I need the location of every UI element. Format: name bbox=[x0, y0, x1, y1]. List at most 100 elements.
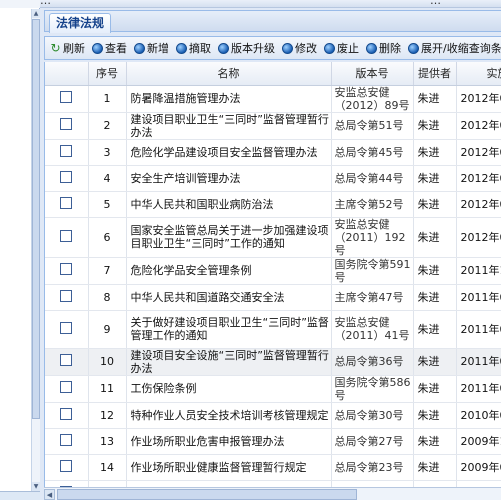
table-row[interactable]: 3危险化学品建设项目安全监督管理办法总局令第45号朱进2012年04月 bbox=[45, 139, 501, 166]
add-icon bbox=[134, 42, 145, 54]
row-provider: 朱进 bbox=[413, 454, 457, 481]
delete-icon bbox=[366, 42, 377, 54]
toolbar-button-1[interactable]: 查看 bbox=[90, 38, 129, 58]
checkbox[interactable] bbox=[60, 144, 73, 157]
checkbox[interactable] bbox=[60, 118, 73, 130]
checkbox[interactable] bbox=[60, 229, 73, 242]
row-name: 中华人民共和国道路交通安全法 bbox=[126, 284, 332, 311]
table-row[interactable]: 5中华人民共和国职业病防治法主席令第52号朱进2012年01月 bbox=[45, 191, 501, 218]
row-name: 危险化学品建设项目安全监督管理办法 bbox=[126, 139, 332, 166]
checkbox[interactable] bbox=[60, 381, 73, 393]
checkbox[interactable] bbox=[60, 196, 73, 209]
row-name: 关于做好建设项目职业卫生“三同时”监督管理工作的通知 bbox=[126, 310, 332, 349]
row-provider: 朱进 bbox=[413, 85, 457, 113]
grid-body: 1防暑降温措施管理办法安监总安健（2012）89号朱进2012年06月2建设项目… bbox=[45, 85, 501, 500]
scroll-thumb[interactable] bbox=[32, 19, 40, 419]
row-provider: 朱进 bbox=[413, 428, 457, 455]
row-name: 防暑降温措施管理办法 bbox=[126, 85, 332, 113]
horizontal-scrollbar[interactable]: ◀ bbox=[44, 487, 501, 500]
checkbox[interactable] bbox=[60, 459, 73, 472]
row-provider: 朱进 bbox=[413, 402, 457, 429]
left-panel: ▲ ▼ bbox=[0, 0, 40, 500]
toolbar-button-7[interactable]: 删除 bbox=[364, 38, 403, 58]
checkbox[interactable] bbox=[60, 263, 73, 275]
row-provider: 朱进 bbox=[413, 191, 457, 218]
table-row[interactable]: 14作业场所职业健康监督管理暂行规定总局令第23号朱进2009年08月 bbox=[45, 454, 501, 481]
toggle-query-icon bbox=[408, 42, 419, 54]
scroll-up-arrow-icon[interactable]: ▲ bbox=[32, 9, 40, 18]
table-row[interactable]: 10建设项目安全设施“三同时”监督管理暂行办法总局令第36号朱进2011年02月 bbox=[45, 348, 501, 376]
table-row[interactable]: 6 国家安全监管总局关于进一步加强建设项目职业卫生“三同时”工作的通知 安监总安健（… bbox=[45, 217, 501, 258]
row-no: 10 bbox=[88, 348, 127, 376]
toolbar-button-4[interactable]: 版本升级 bbox=[216, 38, 277, 58]
row-no: 9 bbox=[88, 310, 127, 349]
scroll-down-arrow-icon[interactable]: ▼ bbox=[32, 482, 40, 491]
table-row[interactable]: 4安全生产培训管理办法总局令第44号朱进2012年03月 bbox=[45, 165, 501, 192]
row-version: 总局令第30号 bbox=[331, 402, 414, 429]
left-panel-top bbox=[0, 0, 40, 8]
row-date: 2012年01月 bbox=[456, 217, 501, 258]
table-row[interactable]: 13作业场所职业危害申报管理办法总局令第27号朱进2009年11月 bbox=[45, 428, 501, 455]
row-date: 2011年12月 bbox=[456, 257, 501, 285]
scroll-left-arrow-icon[interactable]: ◀ bbox=[44, 489, 55, 500]
toolbar-button-label: 修改 bbox=[295, 42, 317, 55]
row-no: 4 bbox=[88, 165, 127, 192]
table-row[interactable]: 8中华人民共和国道路交通安全法主席令第47号朱进2011年05月 bbox=[45, 284, 501, 311]
checkbox[interactable] bbox=[60, 289, 73, 302]
row-version: 总局令第44号 bbox=[331, 165, 414, 192]
header-checkbox-column bbox=[45, 62, 89, 86]
toolbar-button-label: 展开/收缩查询条件 bbox=[421, 42, 501, 55]
row-version: 总局令第36号 bbox=[331, 348, 414, 376]
row-version: 主席令第47号 bbox=[331, 284, 414, 311]
header-provider[interactable]: 提供者 bbox=[413, 62, 457, 86]
row-checkbox bbox=[45, 257, 89, 285]
left-vertical-scrollbar[interactable]: ▲ ▼ bbox=[31, 9, 40, 491]
table-row[interactable]: 12特种作业人员安全技术培训考核管理规定总局令第30号朱进2010年07月 bbox=[45, 402, 501, 429]
checkbox[interactable] bbox=[60, 407, 73, 420]
row-date: 2012年03月 bbox=[456, 165, 501, 192]
tab-laws-regulations[interactable]: 法律法规 bbox=[49, 13, 112, 33]
row-version: 总局令第45号 bbox=[331, 139, 414, 166]
table-row[interactable]: 7危险化学品安全管理条例国务院令第591号朱进2011年12月 bbox=[45, 257, 501, 285]
row-name: 中华人民共和国职业病防治法 bbox=[126, 191, 332, 218]
checkbox[interactable] bbox=[60, 170, 73, 183]
row-checkbox bbox=[45, 375, 89, 403]
row-provider: 朱进 bbox=[413, 310, 457, 349]
toolbar-button-6[interactable]: 废止 bbox=[322, 38, 361, 58]
row-no: 2 bbox=[88, 112, 127, 140]
row-checkbox bbox=[45, 310, 89, 349]
upgrade-icon bbox=[218, 42, 229, 54]
row-version: 安监总安健（2012）89号 bbox=[331, 85, 414, 113]
row-no: 1 bbox=[88, 85, 127, 113]
row-version: 总局令第23号 bbox=[331, 454, 414, 481]
table-row[interactable]: 11工伤保险条例国务院令第586号朱进2011年01月 bbox=[45, 375, 501, 403]
toolbar-button-0[interactable]: ↻ 刷新 bbox=[48, 38, 87, 58]
row-date: 2012年01月 bbox=[456, 191, 501, 218]
row-date: 2011年01月 bbox=[456, 375, 501, 403]
view-icon bbox=[92, 42, 103, 54]
row-version: 安监总安健（2011）192号 bbox=[331, 217, 414, 258]
table-row[interactable]: 1防暑降温措施管理办法安监总安健（2012）89号朱进2012年06月 bbox=[45, 85, 501, 113]
toolbar-button-2[interactable]: 新增 bbox=[132, 38, 171, 58]
row-checkbox bbox=[45, 284, 89, 311]
checkbox[interactable] bbox=[60, 354, 73, 366]
horizontal-scroll-thumb[interactable] bbox=[57, 489, 357, 500]
header-version[interactable]: 版本号 bbox=[331, 62, 414, 86]
header-no[interactable]: 序号 bbox=[88, 62, 127, 86]
row-date: 2011年02月 bbox=[456, 348, 501, 376]
checkbox[interactable] bbox=[60, 321, 73, 334]
toolbar-button-8[interactable]: 展开/收缩查询条件 bbox=[406, 38, 501, 58]
row-no: 7 bbox=[88, 257, 127, 285]
table-row[interactable]: 2建设项目职业卫生“三同时”监督管理暂行办法总局令第51号朱进2012年06月 bbox=[45, 112, 501, 140]
row-no: 8 bbox=[88, 284, 127, 311]
header-name[interactable]: 名称 bbox=[126, 62, 332, 86]
header-date[interactable]: 实施日 bbox=[456, 62, 501, 86]
row-name: 国家安全监管总局关于进一步加强建设项目职业卫生“三同时”工作的通知 bbox=[126, 217, 332, 258]
top-strip-left-text: … bbox=[40, 0, 51, 7]
row-date: 2009年08月 bbox=[456, 454, 501, 481]
checkbox[interactable] bbox=[60, 433, 73, 446]
table-row[interactable]: 9 关于做好建设项目职业卫生“三同时”监督管理工作的通知 安监总安健（2011）41… bbox=[45, 310, 501, 349]
checkbox[interactable] bbox=[60, 91, 73, 103]
toolbar-button-3[interactable]: 摘取 bbox=[174, 38, 213, 58]
toolbar-button-5[interactable]: 修改 bbox=[280, 38, 319, 58]
